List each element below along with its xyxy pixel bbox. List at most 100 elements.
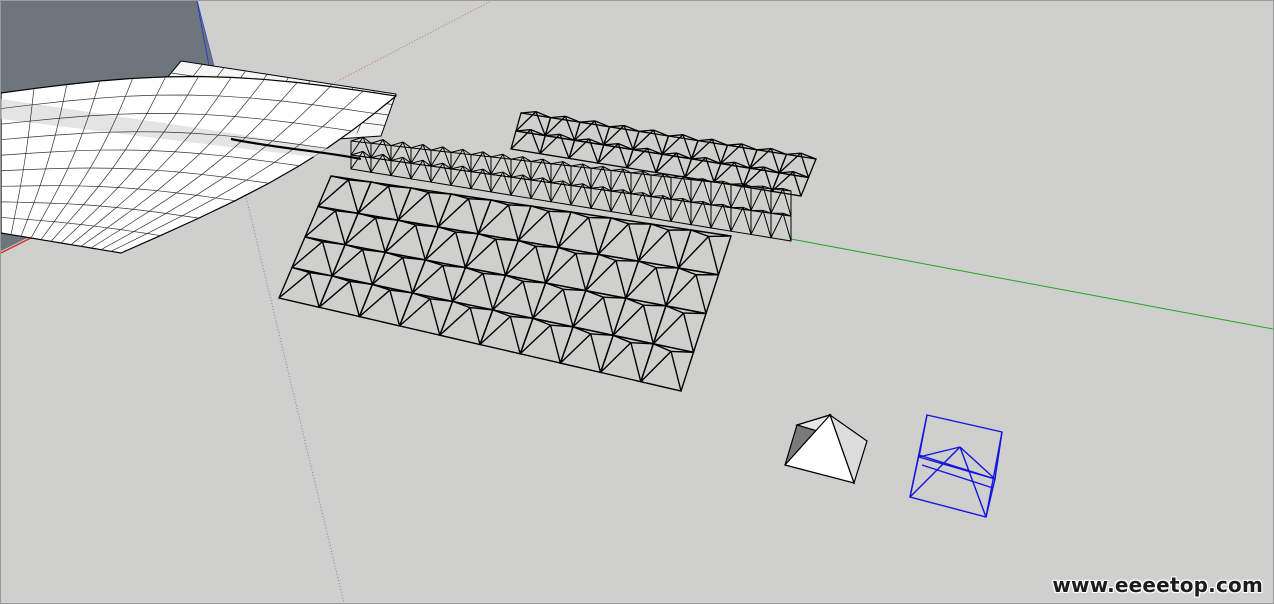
array-front-edge xyxy=(357,185,389,214)
array-dense-edge xyxy=(630,192,644,195)
array-front-cell xyxy=(519,317,574,364)
array-dense-cell xyxy=(630,193,652,219)
array-front-edge xyxy=(667,229,680,269)
array-front-edge xyxy=(590,333,602,373)
pyramid-component-selected[interactable] xyxy=(909,414,1003,518)
array-front-edge xyxy=(429,298,441,336)
array-dense-edge xyxy=(670,198,684,200)
array-front-edge xyxy=(562,289,574,328)
array-front-edge xyxy=(388,185,412,189)
array-dense-edge xyxy=(530,177,544,181)
array-front-edge xyxy=(517,210,550,242)
array-front-edge xyxy=(291,241,323,269)
array-dense-edge xyxy=(730,183,744,208)
array-back-edge xyxy=(579,120,595,123)
array-dense-edge xyxy=(690,178,704,203)
array-dense-edge xyxy=(730,183,744,185)
array-dense-edge xyxy=(770,213,784,238)
array-front-edge xyxy=(575,253,587,291)
array-front-edge xyxy=(575,252,599,255)
array-dense-edge xyxy=(610,168,624,192)
scene-canvas[interactable] xyxy=(1,1,1273,603)
array-front-edge xyxy=(482,272,506,276)
array-front-cell xyxy=(398,292,454,337)
array-front-edge xyxy=(507,204,519,241)
array-front-edge xyxy=(630,342,642,382)
array-back-edge xyxy=(749,166,765,169)
array-dense-cell xyxy=(470,171,492,193)
array-front-cell xyxy=(358,283,414,327)
array-front-edge xyxy=(682,312,695,353)
array-front-edge xyxy=(387,185,399,221)
array-dense-edge xyxy=(762,210,772,238)
array-dense-edge xyxy=(630,170,644,174)
array-front-edge xyxy=(615,259,639,262)
array-front-edge xyxy=(427,192,439,228)
array-dense-edge xyxy=(650,195,664,198)
array-front-edge xyxy=(707,236,720,275)
array-front-edge xyxy=(495,239,507,276)
array-front-edge xyxy=(411,264,444,294)
array-front-edge xyxy=(414,224,426,261)
array-back-edge xyxy=(779,170,794,174)
array-front-edge xyxy=(349,281,361,317)
array-front-edge xyxy=(361,249,373,285)
array-dense-edge xyxy=(670,176,684,200)
array-back-edge xyxy=(632,147,648,151)
array-front-edge xyxy=(278,272,310,299)
pyramid-solid[interactable] xyxy=(783,413,868,485)
array-back-edge xyxy=(545,133,561,137)
array-dense-edge xyxy=(522,174,532,199)
array-back-edge xyxy=(515,128,531,132)
array-dense-edge xyxy=(742,207,752,235)
array-dense-edge xyxy=(570,163,584,186)
array-front-cell xyxy=(559,326,615,374)
pyramid-wireframe-array[interactable] xyxy=(278,110,817,392)
array-front-edge xyxy=(455,231,479,235)
watermark: www.eeeetop.com xyxy=(1052,573,1263,597)
array-back-edge xyxy=(720,161,736,165)
array-dense-edge xyxy=(510,174,524,178)
array-dense-edge xyxy=(650,195,664,219)
array-dense-edge xyxy=(782,188,792,217)
array-dense-edge xyxy=(590,166,604,169)
array-back-edge xyxy=(603,142,619,146)
array-back-edge xyxy=(668,134,684,137)
array-front-edge xyxy=(643,304,666,307)
array-dense-edge xyxy=(690,200,704,203)
array-dense-edge xyxy=(570,183,584,206)
modeling-viewport[interactable]: www.eeeetop.com xyxy=(0,0,1274,604)
array-back-edge xyxy=(786,152,801,156)
green-axis xyxy=(790,238,1273,330)
array-dense-edge xyxy=(682,176,692,203)
array-front-cell xyxy=(599,334,655,383)
array-back-edge xyxy=(662,152,677,155)
array-dense-edge xyxy=(702,178,712,206)
array-front-edge xyxy=(384,224,417,253)
array-front-edge xyxy=(344,217,377,246)
array-dense-edge xyxy=(610,168,624,172)
array-dense-edge xyxy=(502,154,512,178)
array-front-edge xyxy=(670,351,682,392)
array-front-edge xyxy=(547,211,559,248)
array-front-edge xyxy=(587,217,600,255)
array-dense-edge xyxy=(650,173,664,176)
array-front-edge xyxy=(482,273,494,311)
array-back-edge xyxy=(520,110,537,114)
array-dense-edge xyxy=(610,189,624,192)
array-dense-edge xyxy=(722,204,732,232)
array-front-edge xyxy=(509,316,521,354)
array-dense-edge xyxy=(550,180,564,184)
array-dense-edge xyxy=(782,213,792,242)
pyramid-edge-1 xyxy=(909,446,961,498)
array-dense-cell xyxy=(570,184,592,209)
sheet-front-face xyxy=(1,75,398,254)
curved-surface[interactable] xyxy=(1,60,398,254)
array-front-edge xyxy=(671,350,694,353)
array-front-cell xyxy=(639,342,695,392)
array-front-edge xyxy=(334,210,346,245)
array-front-edge xyxy=(597,223,630,255)
array-front-edge xyxy=(627,223,640,262)
array-front-edge xyxy=(510,315,533,320)
array-back-edge xyxy=(638,129,654,133)
